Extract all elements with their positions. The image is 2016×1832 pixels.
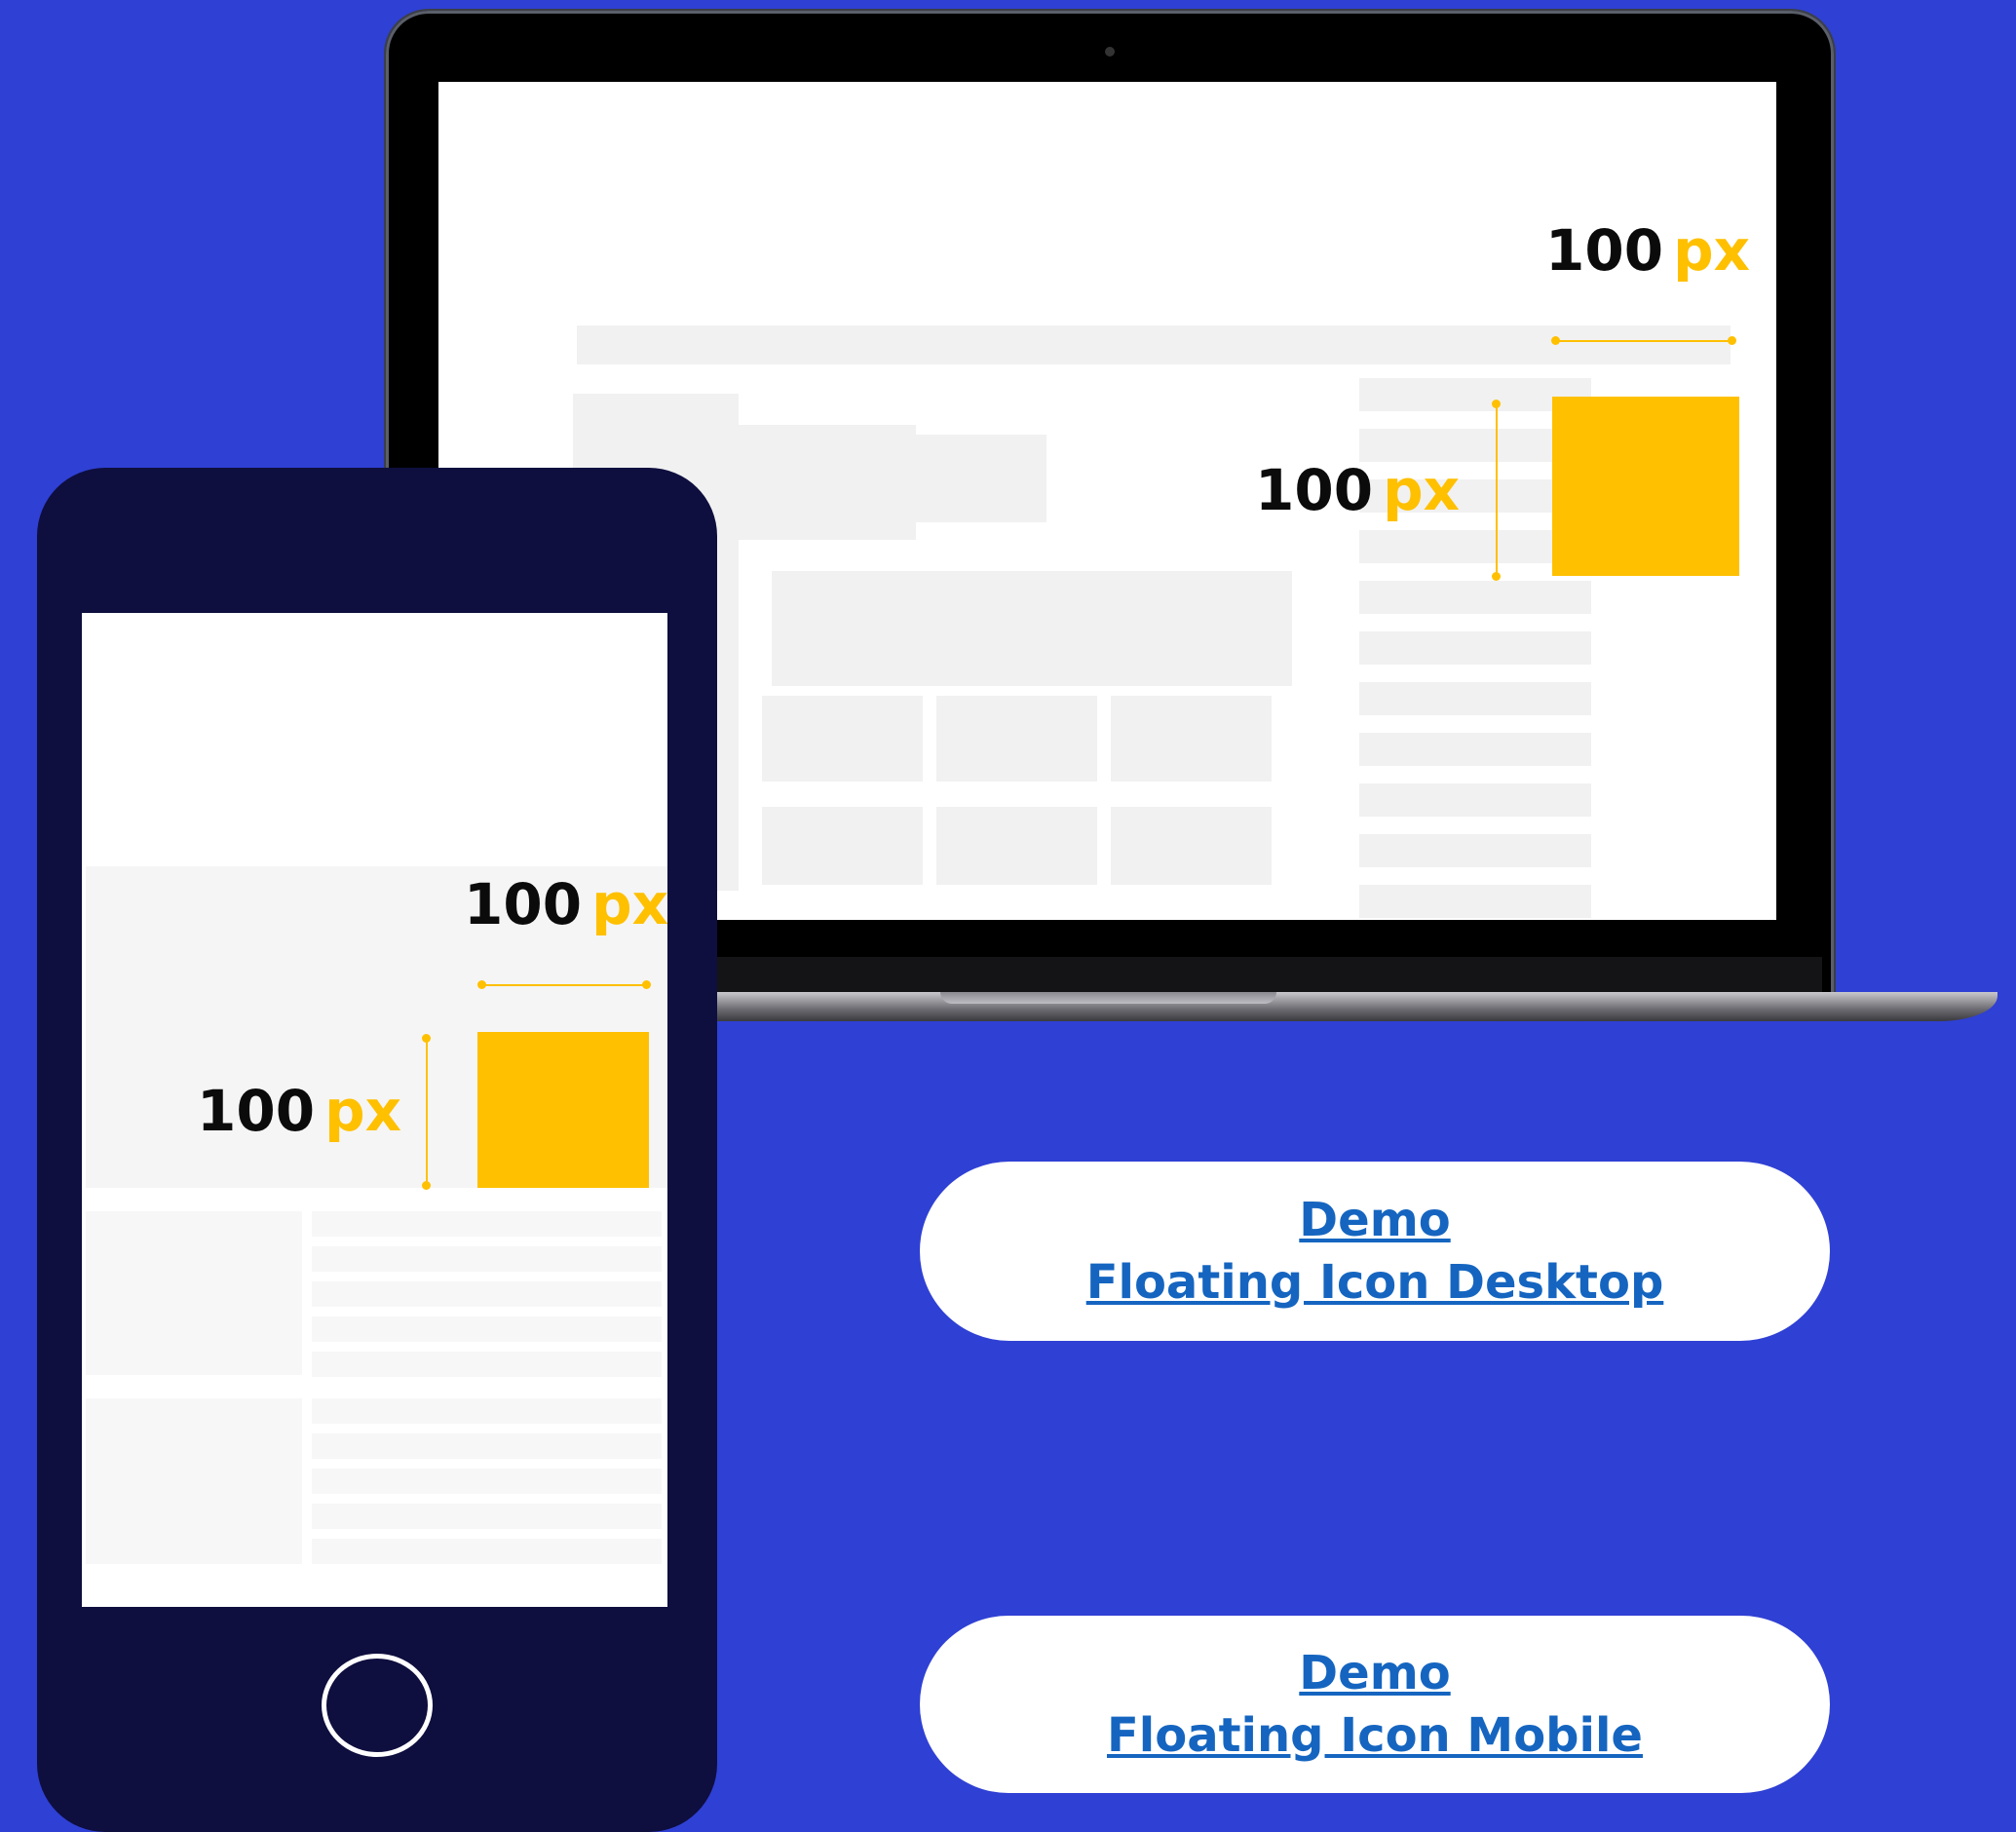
placeholder-line xyxy=(312,1211,662,1237)
placeholder-line xyxy=(312,1281,662,1307)
placeholder-line xyxy=(1359,834,1591,867)
width-unit: px xyxy=(1673,217,1751,284)
placeholder-line xyxy=(312,1539,662,1564)
height-value: 100 xyxy=(197,1078,316,1144)
height-measure-line xyxy=(1492,400,1501,581)
placeholder-bar xyxy=(577,325,1731,364)
placeholder-block xyxy=(772,571,1292,686)
phone-width-label: 100 px xyxy=(464,876,667,933)
placeholder-card xyxy=(762,696,923,782)
placeholder-line xyxy=(312,1317,662,1342)
height-measure-line xyxy=(422,1034,431,1190)
placeholder-line xyxy=(312,1433,662,1459)
placeholder-card xyxy=(936,807,1097,885)
height-value: 100 xyxy=(1255,457,1374,523)
home-button-icon[interactable] xyxy=(322,1654,433,1757)
placeholder-card xyxy=(1111,807,1272,885)
placeholder-line xyxy=(312,1398,662,1424)
laptop-width-label: 100 px xyxy=(1545,222,1750,279)
floating-icon-mobile[interactable] xyxy=(477,1032,649,1188)
placeholder-card xyxy=(1111,696,1272,782)
placeholder-line xyxy=(1359,682,1591,715)
phone-height-label: 100 px xyxy=(197,1083,401,1139)
placeholder-line xyxy=(1359,885,1591,918)
placeholder-line xyxy=(1359,783,1591,817)
floating-icon-desktop[interactable] xyxy=(1552,397,1739,576)
height-unit: px xyxy=(324,1078,402,1144)
button-label-line2[interactable]: Floating Icon Mobile xyxy=(1107,1704,1643,1767)
placeholder-line xyxy=(1359,631,1591,665)
placeholder-line xyxy=(312,1246,662,1272)
placeholder-line xyxy=(312,1469,662,1494)
placeholder-thumb xyxy=(86,1398,302,1564)
laptop-height-label: 100 px xyxy=(1255,462,1460,518)
button-label-line1[interactable]: Demo xyxy=(1299,1189,1450,1251)
demo-mobile-button[interactable]: Demo Floating Icon Mobile xyxy=(920,1616,1830,1793)
placeholder-line xyxy=(1359,733,1591,766)
height-unit: px xyxy=(1383,457,1461,523)
placeholder-line xyxy=(312,1352,662,1377)
placeholder-card xyxy=(936,696,1097,782)
placeholder-block xyxy=(906,435,1046,522)
button-label-line2[interactable]: Floating Icon Desktop xyxy=(1086,1251,1664,1314)
width-value: 100 xyxy=(1545,217,1664,284)
width-unit: px xyxy=(591,871,667,937)
demo-desktop-button[interactable]: Demo Floating Icon Desktop xyxy=(920,1162,1830,1341)
placeholder-line xyxy=(1359,581,1591,614)
laptop-hinge-notch xyxy=(940,992,1276,1004)
phone-screen: 100 px 100 px xyxy=(82,613,667,1607)
width-measure-line xyxy=(1551,336,1736,345)
button-label-line1[interactable]: Demo xyxy=(1299,1642,1450,1704)
placeholder-card xyxy=(762,807,923,885)
laptop-camera xyxy=(1105,47,1115,57)
placeholder-line xyxy=(312,1504,662,1529)
width-measure-line xyxy=(477,980,651,989)
width-value: 100 xyxy=(464,871,583,937)
placeholder-thumb xyxy=(86,1211,302,1375)
placeholder-block xyxy=(731,425,916,540)
